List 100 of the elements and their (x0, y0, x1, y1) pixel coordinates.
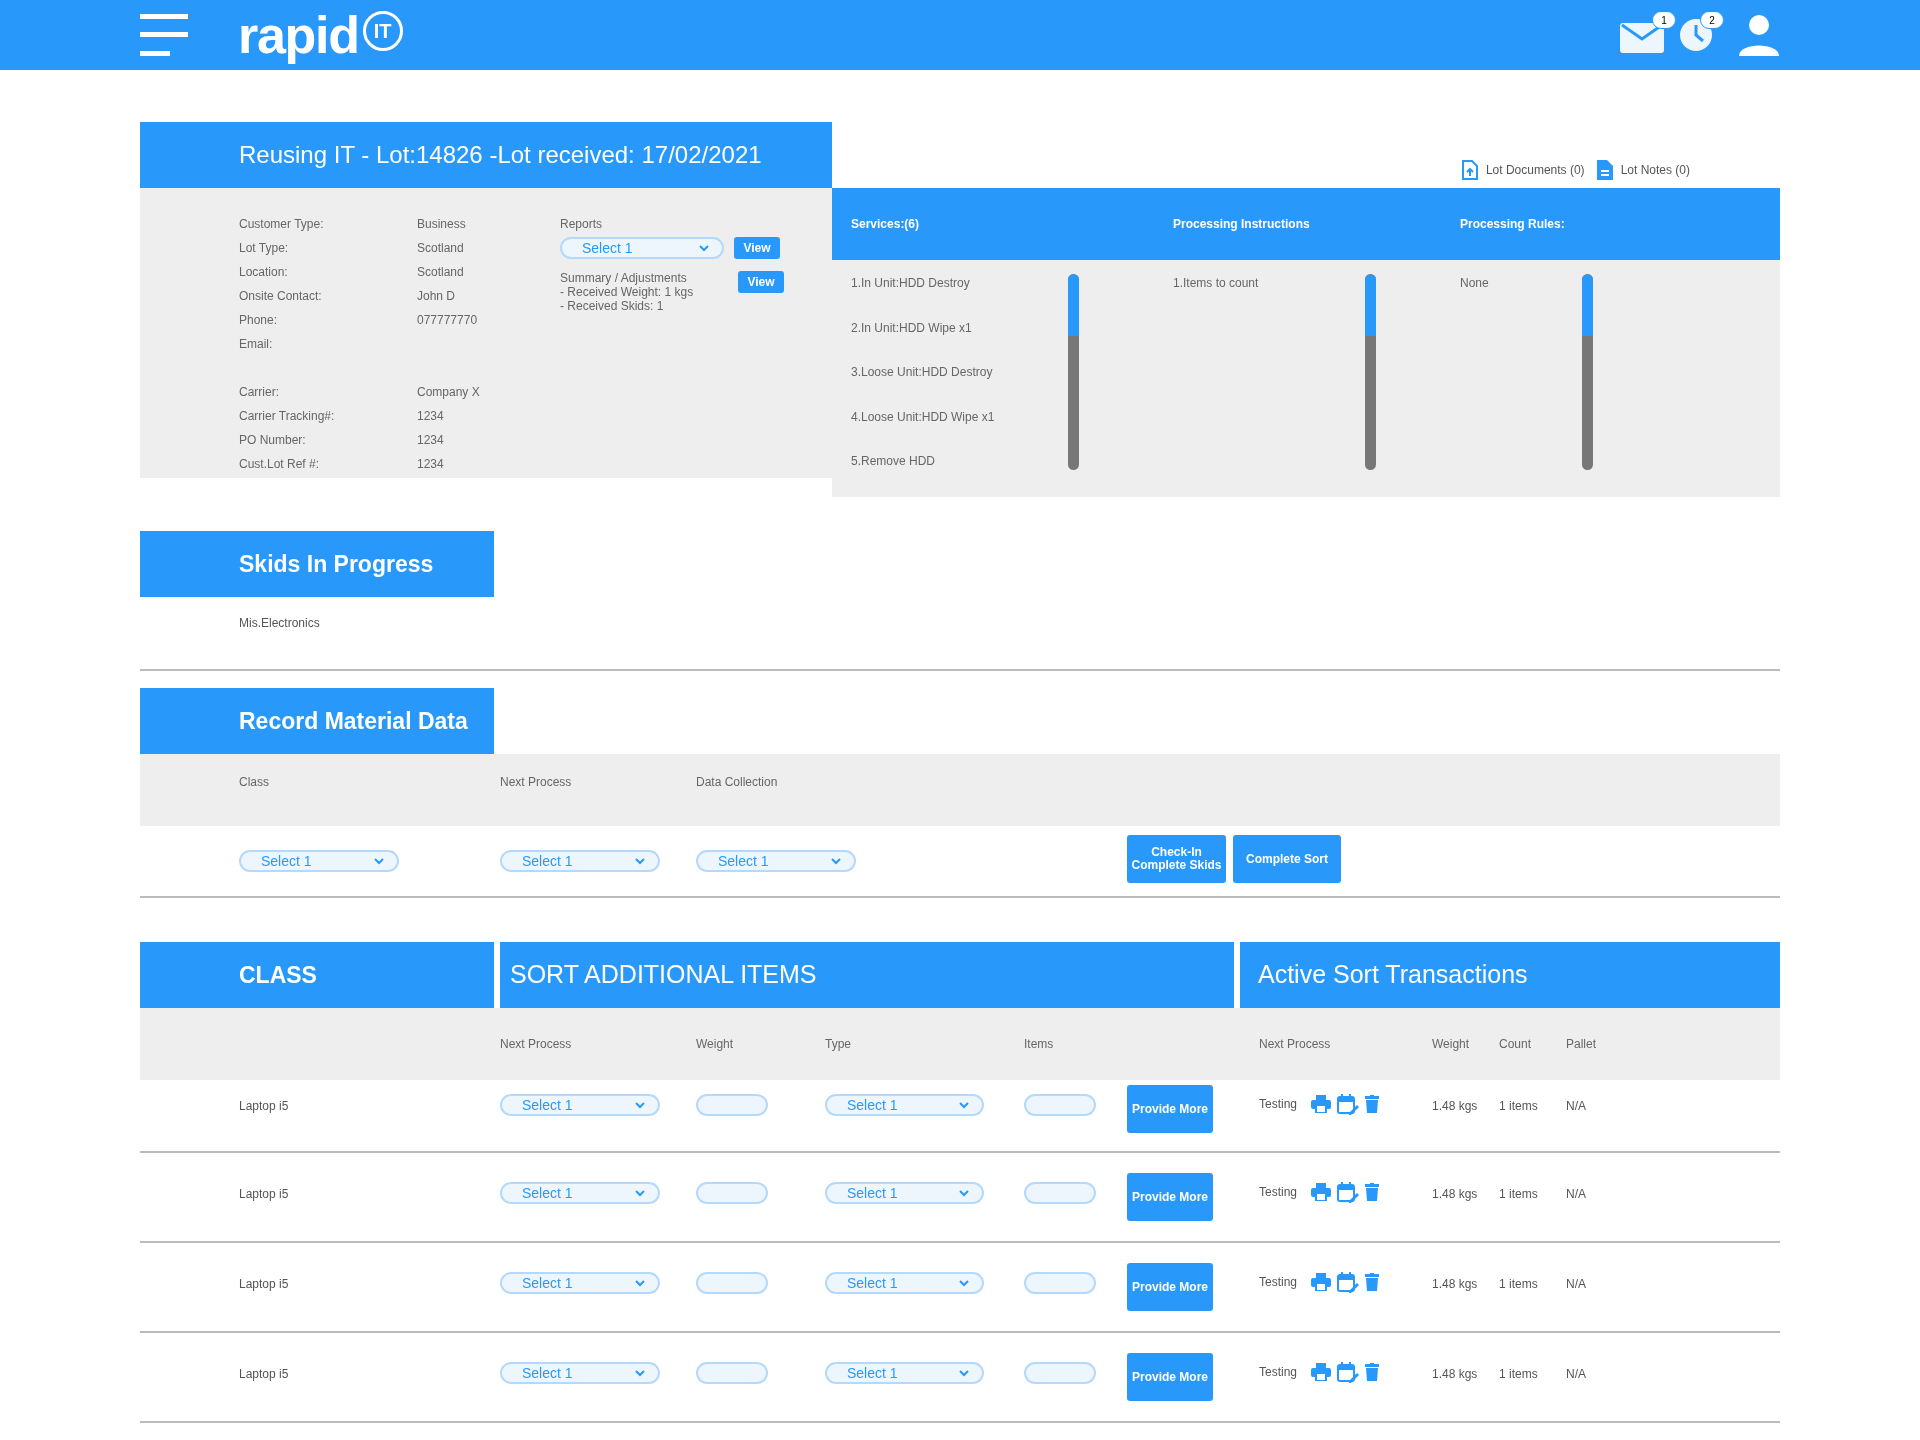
input-field[interactable] (696, 1094, 768, 1116)
action-button[interactable]: Complete Sort (1233, 835, 1341, 883)
column-header: Items (1024, 1037, 1054, 1051)
scrollbar[interactable] (1365, 274, 1376, 470)
printer-icon[interactable] (1311, 1363, 1332, 1381)
action-button[interactable]: View (738, 271, 784, 293)
column-header: Weight (696, 1037, 734, 1051)
menu-icon[interactable] (140, 14, 188, 56)
field-label: PO Number: (239, 433, 306, 447)
chevron-icon (958, 1279, 970, 1287)
trash-icon[interactable] (1365, 1273, 1380, 1291)
trash-icon[interactable] (1365, 1183, 1380, 1201)
list-item: 2.In Unit:HDD Wipe x1 (851, 320, 972, 335)
action-button[interactable]: Provide More (1127, 1173, 1213, 1221)
table-cell: 1.48 kgs (1432, 1367, 1478, 1381)
chevron-icon (830, 857, 842, 865)
select-dropdown[interactable]: Select 1 (500, 850, 660, 872)
input-field[interactable] (696, 1182, 768, 1204)
file-upload-icon (1461, 160, 1478, 180)
table-cell: 1 items (1499, 1367, 1538, 1381)
select-dropdown[interactable]: Select 1 (239, 850, 399, 872)
field-value: Scotland (417, 240, 464, 257)
lot-link[interactable]: Lot Notes (0) (1596, 160, 1690, 180)
input-field[interactable] (1024, 1272, 1096, 1294)
summary-text: Summary / Adjustments - Received Weight: 1 kgs - Received Skids: 1 (560, 271, 695, 313)
action-button[interactable]: Check-In Complete Skids (1127, 835, 1226, 883)
calendar-edit-icon[interactable] (1337, 1093, 1360, 1115)
select-dropdown[interactable]: Select 1 (500, 1182, 660, 1204)
panel-title: Services:(6) (851, 217, 920, 231)
select-dropdown[interactable]: Select 1 (560, 237, 724, 259)
column-header: Count (1499, 1037, 1532, 1051)
select-dropdown[interactable]: Select 1 (825, 1094, 984, 1116)
table-cell: Laptop i5 (239, 1367, 289, 1381)
input-field[interactable] (1024, 1362, 1096, 1384)
field-label: Phone: (239, 313, 278, 327)
field-value: 1234 (417, 408, 444, 425)
field-value: John D (417, 288, 456, 305)
field-label: Carrier Tracking#: (239, 409, 335, 423)
printer-icon[interactable] (1311, 1095, 1332, 1113)
input-field[interactable] (696, 1362, 768, 1384)
select-dropdown[interactable]: Select 1 (825, 1272, 984, 1294)
clock-icon[interactable] (1678, 17, 1714, 53)
action-button[interactable]: Provide More (1127, 1353, 1213, 1401)
field-label: Email: (239, 337, 273, 351)
calendar-edit-icon[interactable] (1337, 1271, 1360, 1293)
input-field[interactable] (696, 1272, 768, 1294)
panel-title: Processing Instructions (1173, 217, 1310, 231)
trash-icon[interactable] (1365, 1363, 1380, 1381)
user-icon[interactable] (1738, 14, 1780, 56)
chevron-icon (634, 1279, 646, 1287)
table-cell: Laptop i5 (239, 1277, 289, 1291)
field-label: Reports (560, 217, 603, 231)
list-item: None (1460, 276, 1489, 290)
table-cell: Laptop i5 (239, 1187, 289, 1201)
input-field[interactable] (1024, 1182, 1096, 1204)
table-cell: 1 items (1499, 1277, 1538, 1291)
table-cell: N/A (1566, 1367, 1586, 1381)
section-title: SORT ADDITIONAL ITEMS (500, 942, 1234, 1008)
list-item: 5.Remove HDD (851, 454, 936, 468)
printer-icon[interactable] (1311, 1273, 1332, 1291)
lot-link[interactable]: Lot Documents (0) (1461, 160, 1585, 180)
chevron-icon (634, 1369, 646, 1377)
chevron-icon (958, 1369, 970, 1377)
column-header: Pallet (1566, 1037, 1597, 1051)
section-title: Record Material Data (140, 688, 494, 754)
table-cell: 1 items (1499, 1187, 1538, 1201)
chevron-icon (958, 1101, 970, 1109)
action-button[interactable]: Provide More (1127, 1085, 1213, 1133)
column-header: Data Collection (696, 775, 778, 789)
select-dropdown[interactable]: Select 1 (500, 1362, 660, 1384)
scrollbar[interactable] (1582, 274, 1593, 470)
select-dropdown[interactable]: Select 1 (825, 1182, 984, 1204)
printer-icon[interactable] (1311, 1183, 1332, 1201)
chevron-icon (698, 244, 710, 252)
action-button[interactable]: Provide More (1127, 1263, 1213, 1311)
document-icon (1596, 160, 1613, 180)
table-cell-text: Testing (1259, 1364, 1298, 1381)
table-cell-text: Testing (1259, 1274, 1298, 1291)
select-dropdown[interactable]: Select 1 (500, 1094, 660, 1116)
trash-icon[interactable] (1365, 1095, 1380, 1113)
section-title: Skids In Progress (140, 531, 494, 597)
list-item: 4.Loose Unit:HDD Wipe x1 (851, 409, 995, 424)
scrollbar[interactable] (1068, 274, 1079, 470)
chevron-icon (634, 1189, 646, 1197)
field-value: Scotland (417, 264, 464, 281)
calendar-edit-icon[interactable] (1337, 1181, 1360, 1203)
table-cell: 1 items (1499, 1099, 1538, 1113)
notification-badge: 2 (1700, 11, 1724, 29)
field-value: Business (417, 216, 466, 233)
input-field[interactable] (1024, 1094, 1096, 1116)
field-label: Carrier: (239, 385, 279, 399)
select-dropdown[interactable]: Select 1 (825, 1362, 984, 1384)
select-dropdown[interactable]: Select 1 (696, 850, 856, 872)
table-cell-text: Testing (1259, 1184, 1298, 1201)
section-title: CLASS (140, 942, 494, 1008)
table-cell-text: Testing (1259, 1096, 1298, 1113)
action-button[interactable]: View (734, 237, 780, 259)
chevron-icon (634, 857, 646, 865)
select-dropdown[interactable]: Select 1 (500, 1272, 660, 1294)
calendar-edit-icon[interactable] (1337, 1361, 1360, 1383)
